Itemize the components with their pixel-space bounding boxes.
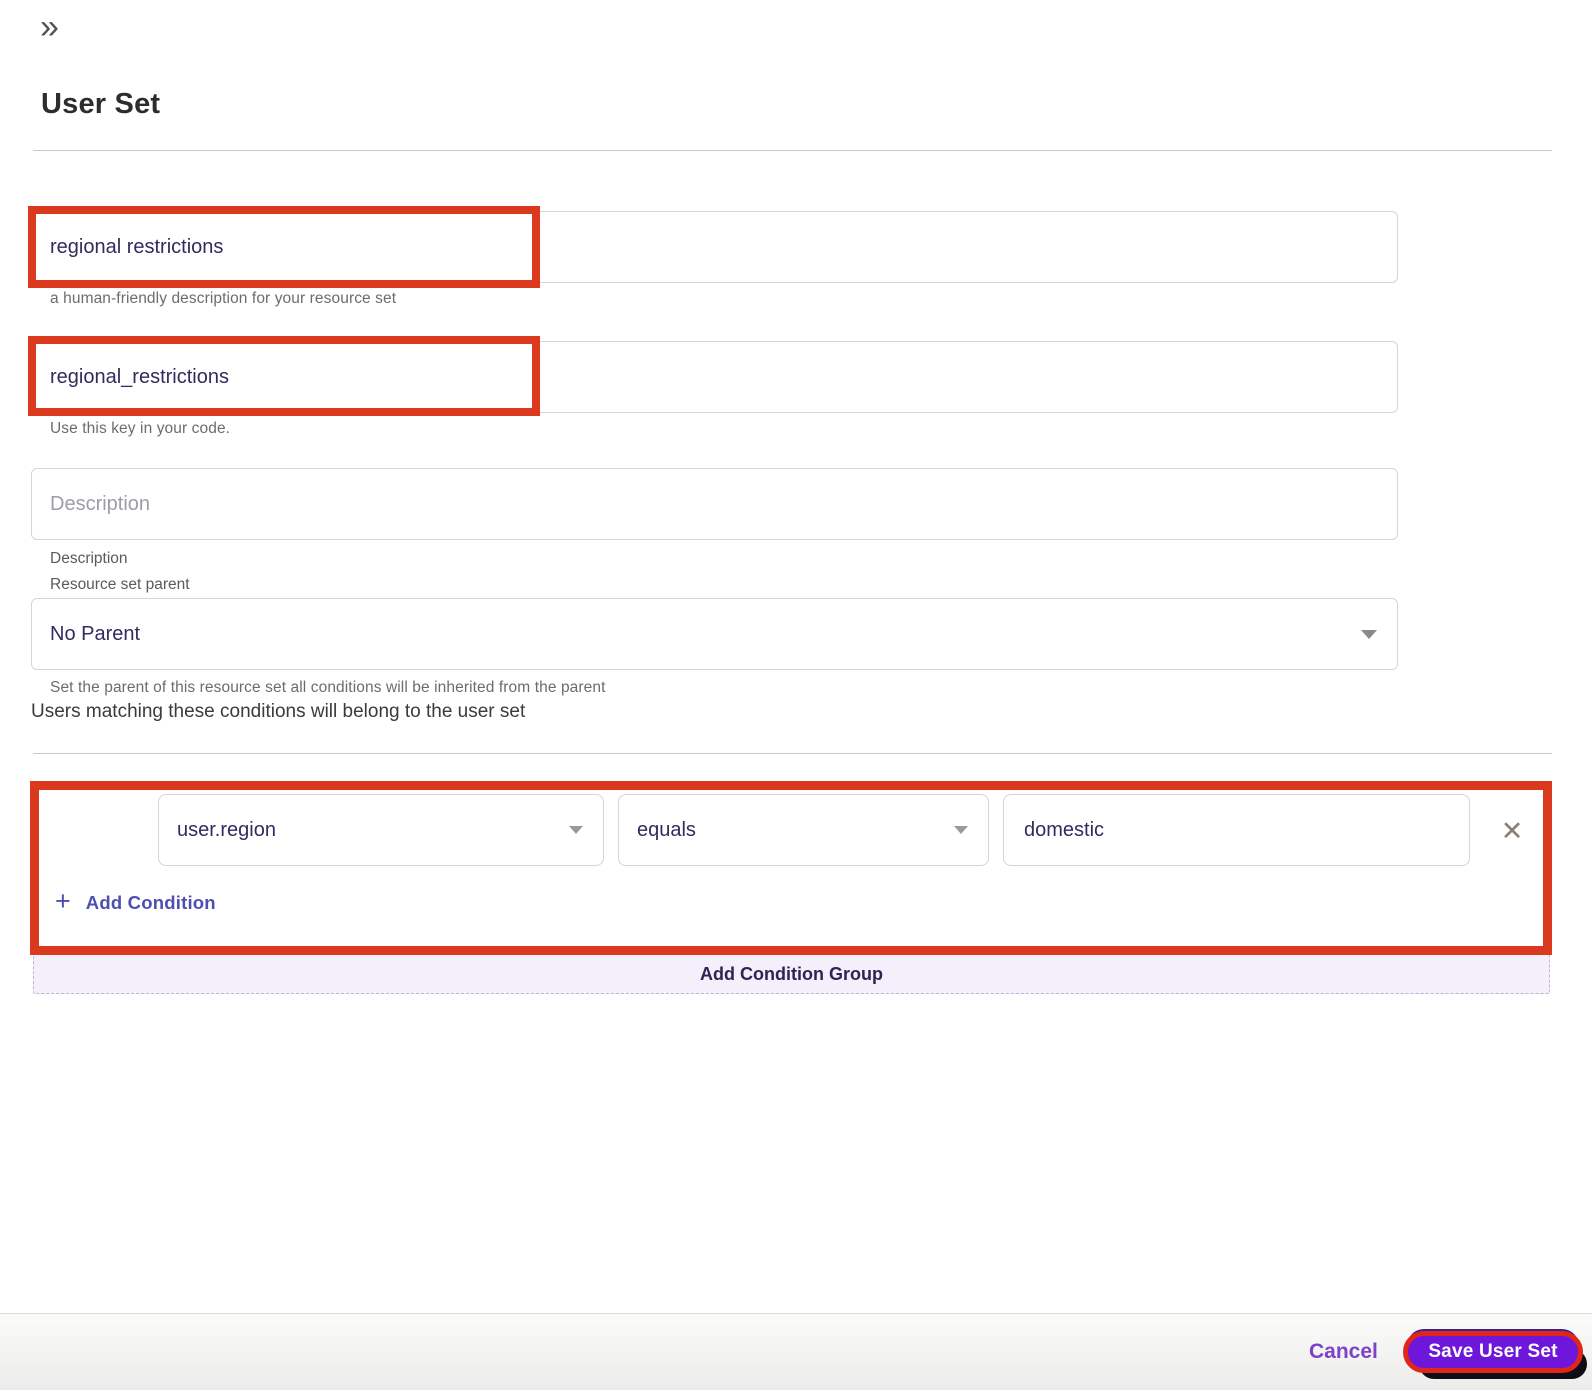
conditions-divider: [33, 753, 1552, 754]
condition-operator-select[interactable]: equals: [618, 794, 989, 866]
resource-set-parent-label: Resource set parent: [50, 576, 190, 593]
cancel-button[interactable]: Cancel: [1309, 1340, 1378, 1364]
parent-select-value: No Parent: [50, 622, 141, 645]
key-field: [31, 341, 1398, 413]
condition-attribute-select[interactable]: user.region: [158, 794, 604, 866]
parent-helper-text: Set the parent of this resource set all …: [50, 679, 606, 696]
condition-operator-value: equals: [637, 818, 696, 841]
parent-select[interactable]: No Parent: [31, 598, 1398, 670]
chevron-down-icon: [1361, 630, 1377, 639]
plus-icon: +: [55, 886, 71, 916]
key-input[interactable]: [32, 342, 1397, 412]
add-condition-label: Add Condition: [85, 891, 216, 913]
conditions-intro-text: Users matching these conditions will bel…: [31, 701, 526, 722]
header-divider: [33, 150, 1552, 151]
save-user-set-button[interactable]: Save User Set: [1403, 1331, 1583, 1373]
chevron-down-icon: [954, 826, 968, 834]
condition-value-field: [1003, 794, 1470, 866]
name-helper-text: a human-friendly description for your re…: [50, 290, 397, 307]
user-set-form-page: » User Set a human-friendly description …: [0, 0, 1592, 1390]
add-condition-group-button[interactable]: Add Condition Group: [33, 954, 1550, 994]
remove-condition-button[interactable]: ✕: [1494, 813, 1530, 849]
page-title: User Set: [41, 88, 161, 120]
key-helper-text: Use this key in your code.: [50, 420, 231, 437]
condition-attribute-value: user.region: [177, 818, 276, 841]
close-icon: ✕: [1500, 815, 1524, 846]
name-field: [31, 211, 1398, 283]
description-label: Description: [50, 550, 128, 567]
description-input[interactable]: [32, 469, 1397, 539]
chevron-down-icon: [569, 826, 583, 834]
condition-value-input[interactable]: [1004, 795, 1469, 865]
add-condition-button[interactable]: + Add Condition: [55, 886, 216, 916]
description-field: [31, 468, 1398, 540]
name-input[interactable]: [32, 212, 1397, 282]
collapse-sidebar-icon[interactable]: »: [40, 10, 59, 44]
